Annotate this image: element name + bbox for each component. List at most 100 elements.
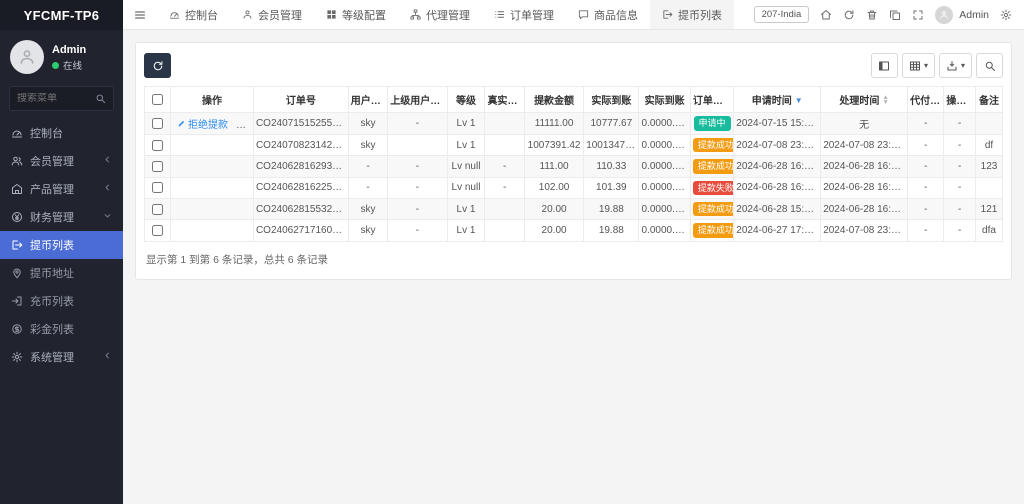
column-header[interactable]: 实际到账: [638, 86, 691, 113]
column-header[interactable]: 代付方式: [907, 86, 945, 113]
column-header[interactable]: 操作员: [943, 86, 977, 113]
row-select-cell: [144, 112, 171, 135]
column-header[interactable]: 用户名称: [347, 86, 389, 113]
reject-withdraw-link[interactable]: 拒绝提款: [177, 116, 228, 131]
topnav-tab-1[interactable]: 会员管理: [230, 0, 314, 29]
home-button[interactable]: [820, 9, 832, 21]
sidebar-item-3[interactable]: 财务管理: [0, 203, 123, 231]
top-navbar: 控制台 会员管理 等级配置 代理管理 订单管理 商品信息 提币列表 207-India Ad…: [123, 0, 1024, 30]
topnav-tab-label: 代理管理: [426, 9, 470, 22]
cell-remark: [975, 176, 1003, 200]
sort-desc-icon[interactable]: ▼: [795, 96, 803, 105]
row-select-cell: [144, 133, 171, 157]
cell-parent-user: -: [387, 112, 448, 135]
search-icon: [984, 60, 996, 72]
topnav-tab-0[interactable]: 控制台: [157, 0, 230, 29]
status-badge: 提款成功: [692, 223, 733, 238]
topnav-tab-label: 提币列表: [678, 9, 722, 22]
app-logo: YFCMF-TP6: [0, 0, 123, 30]
menu-toggle-button[interactable]: [123, 9, 157, 21]
user-menu[interactable]: Admin: [935, 5, 989, 24]
cell-actual: 1001347.07: [583, 133, 640, 157]
row-checkbox[interactable]: [152, 160, 163, 172]
sidebar-user-name: Admin: [52, 43, 87, 56]
gear-icon: [1000, 9, 1012, 21]
panel-toolbar-row: ▾ ▾: [144, 53, 1003, 78]
column-header[interactable]: 上级用户名称: [387, 86, 448, 113]
column-header[interactable]: 备注: [975, 86, 1003, 113]
export-button[interactable]: ▾: [938, 53, 972, 78]
gauge-icon: [11, 127, 23, 139]
row-checkbox[interactable]: [152, 139, 163, 151]
sidebar-item-1[interactable]: 会员管理: [0, 147, 123, 175]
cell-status: 提款成功: [689, 219, 735, 242]
column-header[interactable]: 申请时间 ▼: [733, 86, 822, 113]
sidebar-item-7[interactable]: 彩金列表: [0, 315, 123, 343]
topnav-tab-3[interactable]: 代理管理: [398, 0, 482, 29]
sidebar-item-8[interactable]: 系统管理: [0, 343, 123, 371]
sidebar-item-label: 财务管理: [30, 212, 74, 224]
comment-icon: [578, 9, 589, 20]
row-checkbox[interactable]: [152, 224, 163, 236]
deposit-icon: [11, 295, 23, 307]
cell-pay-method: -: [907, 176, 945, 200]
cell-actual2: 0.0000.000: [638, 133, 691, 157]
clear-cache-button[interactable]: [866, 9, 878, 21]
search-icon[interactable]: [95, 93, 106, 104]
cell-pay-method: -: [907, 219, 945, 242]
row-checkbox[interactable]: [152, 182, 163, 194]
row-checkbox[interactable]: [152, 203, 163, 215]
cell-level: Lv 1: [446, 219, 486, 242]
search-button[interactable]: [976, 53, 1003, 78]
row-checkbox[interactable]: [152, 117, 163, 129]
column-header[interactable]: 提款金额: [523, 86, 585, 113]
cell-actual: 19.88: [583, 219, 640, 242]
sidebar-item-5[interactable]: 提币地址: [0, 259, 123, 287]
cell-pay-method: -: [907, 198, 945, 221]
topnav-tab-4[interactable]: 订单管理: [482, 0, 566, 29]
sidebar-item-2[interactable]: 产品管理: [0, 175, 123, 203]
columns-button[interactable]: ▾: [901, 53, 935, 78]
signout-icon: [11, 239, 23, 251]
cell-remark: 123: [975, 155, 1003, 178]
refresh-button[interactable]: [843, 9, 855, 21]
cell-status: 提款成功: [689, 155, 735, 178]
column-header[interactable]: 处理时间 ▲ ▼: [820, 86, 909, 113]
topnav-tab-2[interactable]: 等级配置: [314, 0, 398, 29]
sidebar-item-0[interactable]: 控制台: [0, 119, 123, 147]
fullscreen-button[interactable]: [912, 9, 924, 21]
topnav-tab-5[interactable]: 商品信息: [566, 0, 650, 29]
withdraw-table: 操作 订单号 用户名称 上级用户名称 等级 真实姓名 提款金额 实际到账 实际到账 订单状态 申请时…: [144, 86, 1003, 242]
online-dot-icon: [52, 61, 59, 69]
cell-pay-method: -: [907, 155, 945, 178]
cell-remark: df: [975, 133, 1003, 157]
topbar-user-name: Admin: [959, 8, 989, 21]
topnav-tab-6[interactable]: 提币列表: [650, 0, 734, 29]
site-selector-button[interactable]: 207-India: [753, 6, 810, 23]
status-badge: 提款成功: [692, 138, 733, 153]
sort-icon[interactable]: ▲ ▼: [882, 95, 888, 106]
cell-status: 提款失败: [689, 176, 735, 200]
cell-actual: 19.88: [583, 198, 640, 221]
finance-icon: [11, 211, 23, 223]
cell-pay-method: -: [907, 133, 945, 157]
menu-search-input[interactable]: [17, 93, 95, 104]
cell-status: 提款成功: [689, 198, 735, 221]
chevleft-icon: [103, 155, 112, 164]
column-header[interactable]: 订单状态: [689, 86, 735, 113]
column-header[interactable]: 操作: [170, 86, 254, 113]
select-all-checkbox[interactable]: [152, 93, 163, 105]
withdraw-list-panel: ▾ ▾ 操作 订单号 用户名称 上级用户名称 等级 真实姓名 提款金额 实际到账 实际到账 订单状态…: [135, 42, 1012, 280]
table-refresh-button[interactable]: [144, 53, 171, 78]
column-header[interactable]: 订单号: [252, 86, 349, 113]
clone-tab-button[interactable]: [889, 9, 901, 21]
sidebar-item-6[interactable]: 充币列表: [0, 287, 123, 315]
column-header[interactable]: 实际到账: [583, 86, 640, 113]
sidebar-item-4[interactable]: 提币列表: [0, 231, 123, 259]
settings-button[interactable]: [1000, 9, 1012, 21]
chevron-left-icon: [103, 155, 112, 167]
column-header[interactable]: 真实姓名: [484, 86, 525, 113]
toggle-column-button[interactable]: [870, 53, 898, 78]
column-header[interactable]: 等级: [446, 86, 486, 113]
address-icon: [11, 267, 23, 279]
